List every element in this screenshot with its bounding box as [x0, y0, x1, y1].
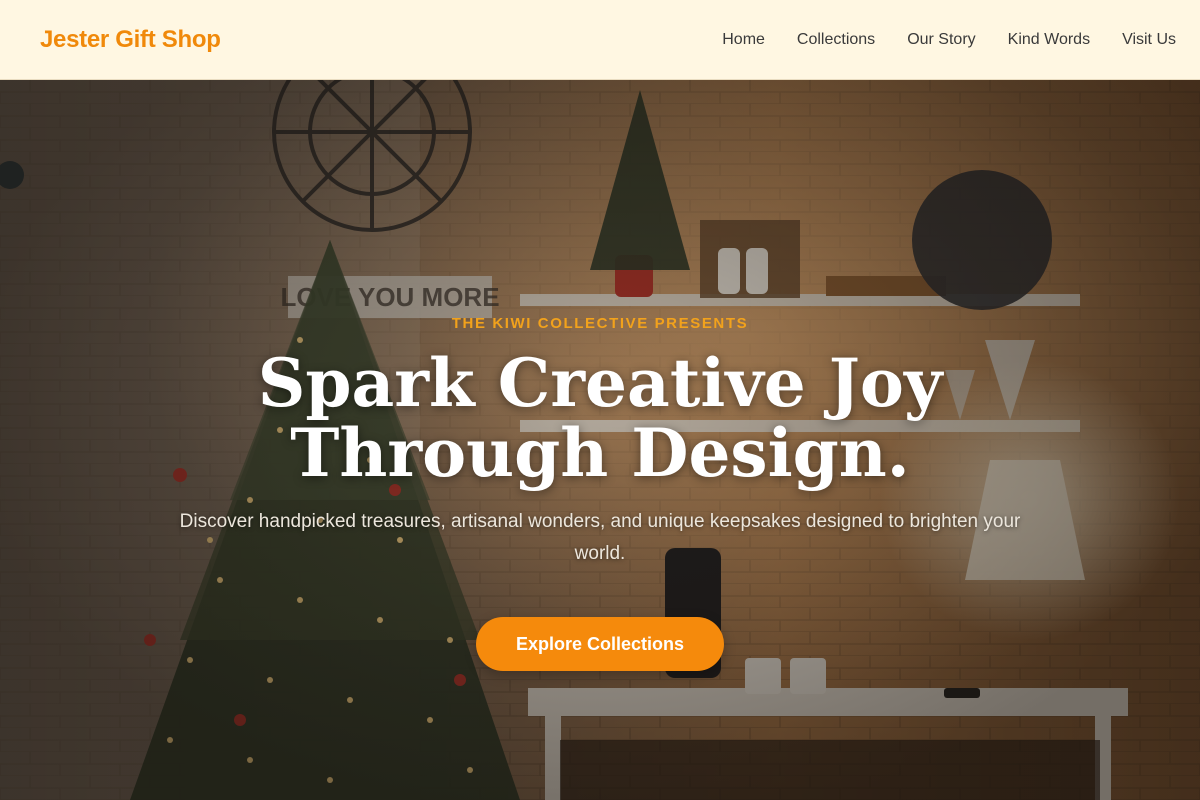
page: Jester Gift Shop Home Collections Our St…	[0, 0, 1200, 800]
explore-collections-button[interactable]: Explore Collections	[475, 617, 725, 671]
site-header: Jester Gift Shop Home Collections Our St…	[0, 0, 1200, 80]
nav-our-story[interactable]: Our Story	[907, 31, 975, 49]
nav-visit-us[interactable]: Visit Us	[1122, 31, 1176, 49]
hero-content: THE KIWI COLLECTIVE PRESENTS Spark Creat…	[0, 80, 1200, 800]
hero-subtext: Discover handpicked treasures, artisanal…	[179, 511, 1021, 564]
hero-section: LOVE YOU MORE	[0, 80, 1200, 800]
nav-kind-words[interactable]: Kind Words	[1008, 31, 1090, 49]
nav-collections[interactable]: Collections	[797, 31, 875, 49]
brand-logo[interactable]: Jester Gift Shop	[40, 26, 221, 54]
hero-eyebrow: THE KIWI COLLECTIVE PRESENTS	[451, 315, 749, 332]
nav-home[interactable]: Home	[722, 31, 765, 49]
hero-headline: Spark Creative Joy Through Design.	[257, 344, 943, 492]
main-nav: Home Collections Our Story Kind Words Vi…	[722, 31, 1176, 49]
